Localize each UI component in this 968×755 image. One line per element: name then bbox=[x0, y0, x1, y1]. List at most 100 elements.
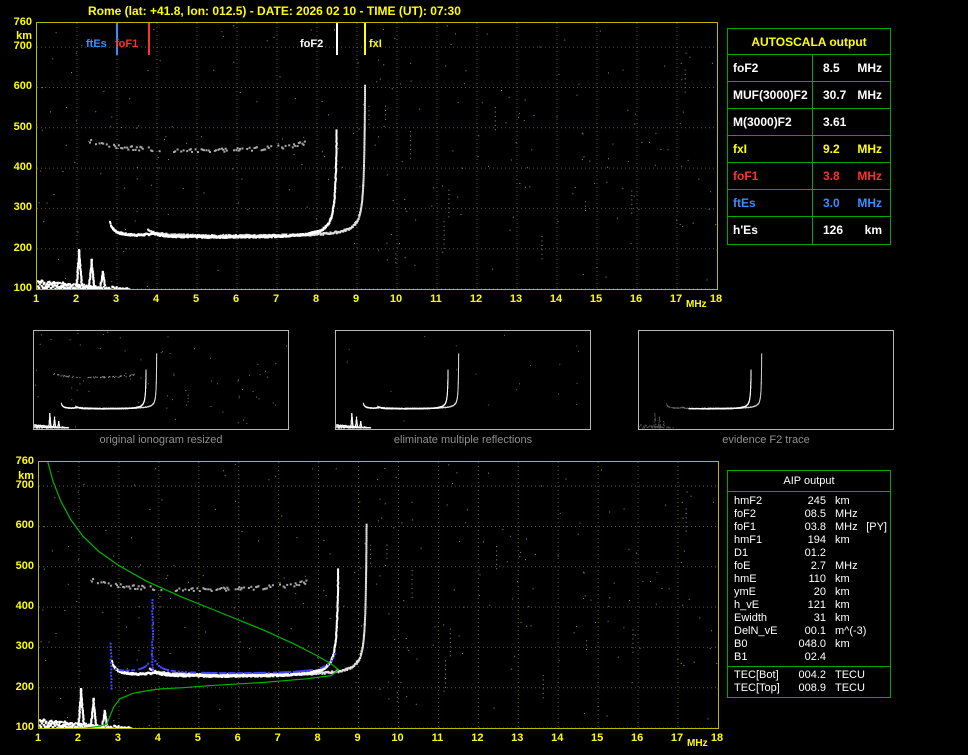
aip-param-value: 08.5 bbox=[790, 508, 826, 521]
autoscala-row-ftes: ftEs3.0MHz bbox=[728, 190, 890, 217]
x-tick-top-7: 7 bbox=[266, 293, 286, 305]
aip-param-unit: km bbox=[835, 573, 890, 586]
station-date-title: Rome (lat: +41.8, lon: 012.5) - DATE: 20… bbox=[88, 4, 461, 18]
aip-param-name: TEC[Top] bbox=[734, 682, 790, 695]
aip-param-value: 00.1 bbox=[790, 625, 826, 638]
autoscala-row-muf3000f2: MUF(3000)F230.7MHz bbox=[728, 82, 890, 109]
thumbnail-caption-original: original ionogram resized bbox=[33, 434, 289, 446]
x-tick-bot-4: 4 bbox=[148, 732, 168, 744]
thumbnail-no-multiples bbox=[335, 330, 591, 430]
aip-param-unit: km bbox=[835, 586, 890, 599]
y-tick-bot-600: 600 bbox=[2, 519, 34, 531]
x-tick-top-15: 15 bbox=[586, 293, 606, 305]
aip-param-value: 31 bbox=[790, 612, 826, 625]
param-value: 30.7MHz bbox=[813, 82, 890, 108]
aip-param-name: TEC[Bot] bbox=[734, 669, 790, 682]
scaled-ionogram-canvas bbox=[37, 23, 717, 289]
y-tick-bot-300: 300 bbox=[2, 640, 34, 652]
x-tick-top-17: 17 bbox=[666, 293, 686, 305]
y-tick-bot-760: 760 bbox=[2, 455, 34, 467]
aip-row-b0: B0048.0km bbox=[728, 638, 890, 651]
tec-row-tecbot: TEC[Bot]004.2TECU bbox=[728, 669, 890, 682]
param-label: ftEs bbox=[728, 190, 813, 216]
profile-ionogram-plot bbox=[38, 461, 719, 729]
autoscala-window: Rome (lat: +41.8, lon: 012.5) - DATE: 20… bbox=[0, 0, 968, 755]
aip-param-unit: TECU bbox=[835, 669, 890, 682]
aip-param-unit: MHz bbox=[835, 521, 866, 534]
x-tick-bot-17: 17 bbox=[667, 732, 687, 744]
x-axis-unit-bot: MHz bbox=[687, 738, 708, 749]
x-axis-unit-top: MHz bbox=[686, 299, 707, 310]
x-tick-bot-9: 9 bbox=[348, 732, 368, 744]
y-tick-top-200: 200 bbox=[0, 242, 32, 254]
profile-ionogram-canvas bbox=[39, 462, 718, 728]
aip-param-name: hmF1 bbox=[734, 534, 790, 547]
thumbnail-caption-f2trace: evidence F2 trace bbox=[638, 434, 894, 446]
aip-param-unit: km bbox=[835, 599, 890, 612]
aip-param-name: hmE bbox=[734, 573, 790, 586]
thumbnail-f2-evidence bbox=[638, 330, 894, 430]
x-tick-top-4: 4 bbox=[146, 293, 166, 305]
aip-param-unit: km bbox=[835, 612, 890, 625]
autoscala-row-fxi: fxI9.2MHz bbox=[728, 136, 890, 163]
aip-row-foe: foE2.7MHz bbox=[728, 560, 890, 573]
x-tick-top-1: 1 bbox=[26, 293, 46, 305]
aip-row-ewidth: Ewidth31 km bbox=[728, 612, 890, 625]
y-tick-bot-500: 500 bbox=[2, 560, 34, 572]
aip-param-value: 008.9 bbox=[790, 682, 826, 695]
x-tick-top-3: 3 bbox=[106, 293, 126, 305]
aip-param-value: 01.2 bbox=[790, 547, 826, 560]
thumbnail-original-ionogram bbox=[33, 330, 289, 430]
thumbnail-no-multiples-canvas bbox=[336, 331, 590, 429]
param-label: foF2 bbox=[728, 55, 813, 81]
tec-row-tectop: TEC[Top]008.9 TECU bbox=[728, 682, 890, 695]
autoscala-row-m3000f2: M(3000)F23.61 bbox=[728, 109, 890, 136]
x-tick-top-18: 18 bbox=[706, 293, 726, 305]
x-tick-bot-10: 10 bbox=[387, 732, 407, 744]
aip-param-extra: [PY] bbox=[866, 521, 887, 534]
autoscala-row-fof2: foF28.5MHz bbox=[728, 55, 890, 82]
aip-row-hmf2: hmF2245km bbox=[728, 495, 890, 508]
param-label: M(3000)F2 bbox=[728, 109, 813, 135]
y-tick-bot-200: 200 bbox=[2, 681, 34, 693]
aip-row-d1: D101.2 bbox=[728, 547, 890, 560]
x-tick-top-2: 2 bbox=[66, 293, 86, 305]
aip-param-name: DelN_vE bbox=[734, 625, 790, 638]
aip-param-unit: TECU bbox=[835, 682, 890, 695]
autoscala-row-fof1: foF13.8MHz bbox=[728, 163, 890, 190]
aip-param-value: 20 bbox=[790, 586, 826, 599]
aip-param-name: D1 bbox=[734, 547, 790, 560]
aip-param-name: foE bbox=[734, 560, 790, 573]
marker-label-fof1: foF1 bbox=[115, 38, 138, 50]
aip-param-value: 245 bbox=[790, 495, 826, 508]
autoscala-row-hes: h'Es126km bbox=[728, 217, 890, 244]
aip-table-rows: hmF2245kmfoF208.5MHzfoF103.8MHz[PY]hmF11… bbox=[728, 492, 890, 666]
x-tick-bot-15: 15 bbox=[587, 732, 607, 744]
aip-param-value: 02.4 bbox=[790, 651, 826, 664]
aip-param-unit: m^(-3) bbox=[835, 625, 890, 638]
param-value: 3.8MHz bbox=[813, 163, 890, 189]
aip-row-fof1: foF103.8MHz[PY] bbox=[728, 521, 890, 534]
x-tick-top-13: 13 bbox=[506, 293, 526, 305]
aip-param-unit: km bbox=[835, 534, 890, 547]
x-tick-top-10: 10 bbox=[386, 293, 406, 305]
param-label: MUF(3000)F2 bbox=[728, 82, 813, 108]
x-tick-bot-18: 18 bbox=[707, 732, 727, 744]
autoscala-output-table: AUTOSCALA output foF28.5MHzMUF(3000)F230… bbox=[727, 28, 891, 245]
aip-row-hme: hmE110km bbox=[728, 573, 890, 586]
x-tick-top-12: 12 bbox=[466, 293, 486, 305]
marker-label-ftes: ftEs bbox=[86, 38, 107, 50]
x-tick-top-16: 16 bbox=[626, 293, 646, 305]
aip-param-value: 194 bbox=[790, 534, 826, 547]
aip-output-table: AIP output hmF2245kmfoF208.5MHzfoF103.8M… bbox=[727, 470, 891, 698]
param-value: 126km bbox=[813, 217, 890, 244]
x-tick-bot-3: 3 bbox=[108, 732, 128, 744]
aip-row-delnve: DelN_vE00.1 m^(-3) bbox=[728, 625, 890, 638]
y-axis-unit-top: km bbox=[0, 30, 32, 42]
x-tick-top-11: 11 bbox=[426, 293, 446, 305]
aip-param-name: h_vE bbox=[734, 599, 790, 612]
aip-param-name: Ewidth bbox=[734, 612, 790, 625]
aip-table-title: AIP output bbox=[728, 471, 890, 492]
thumbnail-f2-evidence-canvas bbox=[639, 331, 893, 429]
aip-param-unit: MHz bbox=[835, 560, 890, 573]
